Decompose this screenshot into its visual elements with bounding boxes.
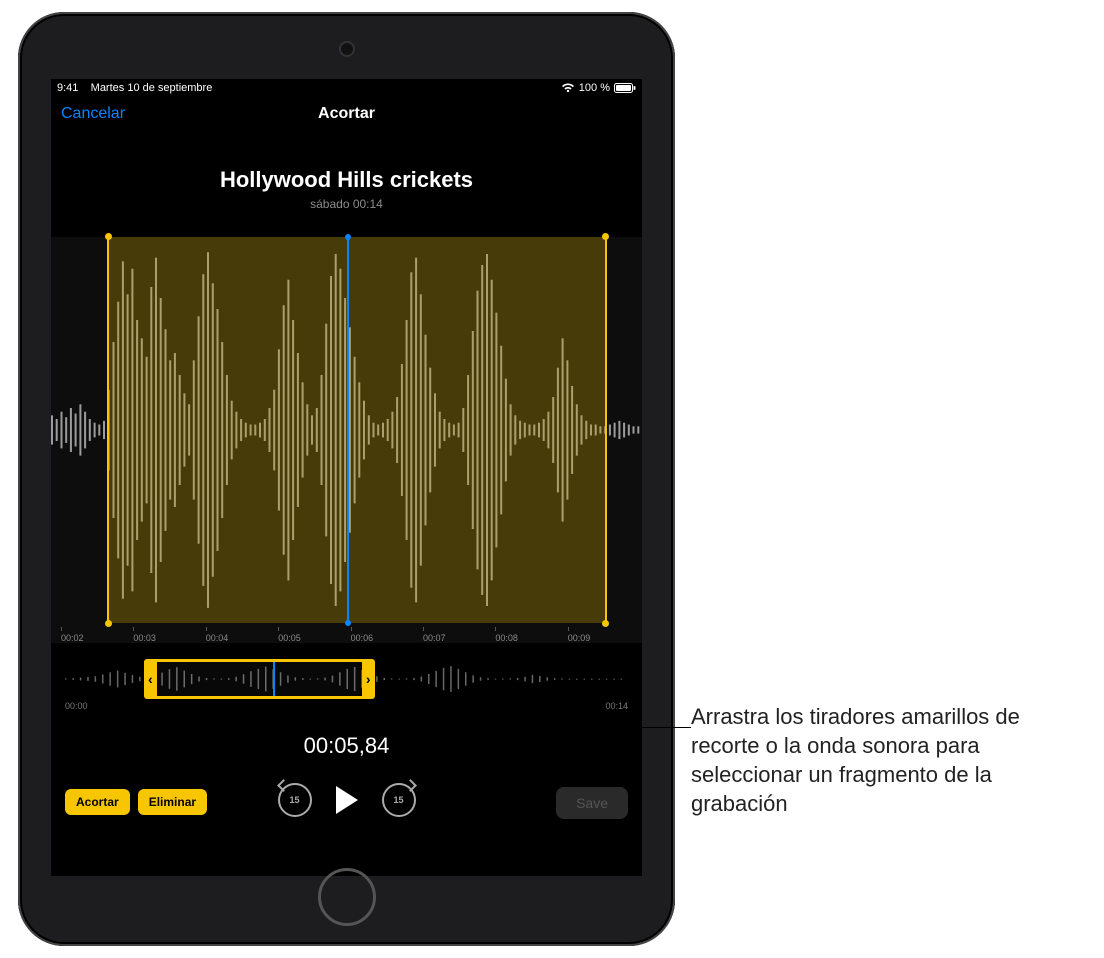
trim-handle-left-dot-icon (105, 233, 112, 240)
battery-text: 100 % (579, 82, 610, 94)
status-bar-right: 100 % (561, 82, 636, 94)
ruler-tick-label: 00:09 (568, 633, 628, 643)
nav-title: Acortar (51, 105, 642, 123)
callout-leader-line (322, 727, 691, 728)
chevron-left-icon: ‹ (148, 671, 153, 687)
wifi-icon (561, 83, 575, 93)
delete-button[interactable]: Eliminar (138, 789, 207, 815)
skip-back-15-button[interactable]: 15 (278, 783, 312, 817)
ruler-tick-label: 00:06 (351, 633, 411, 643)
battery-icon (614, 83, 636, 93)
trim-handle-left[interactable]: ‹ (144, 662, 157, 696)
skip-back-value: 15 (289, 795, 299, 805)
ruler-tick-label: 00:08 (495, 633, 555, 643)
trim-selection-overview[interactable]: ‹ › (144, 659, 375, 699)
recording-subtitle: sábado 00:14 (51, 197, 642, 211)
playhead-overview[interactable] (273, 662, 275, 696)
skip-fwd-value: 15 (393, 795, 403, 805)
waveform-overview[interactable]: ‹ › (65, 659, 628, 699)
status-bar-left: 9:41 Martes 10 de septiembre (57, 82, 212, 94)
trim-handle-right[interactable]: › (362, 662, 375, 696)
overview-end-label: 00:14 (605, 701, 628, 711)
trim-button[interactable]: Acortar (65, 789, 130, 815)
timecode-display: 00:05,84 (51, 733, 642, 759)
play-button[interactable] (336, 786, 358, 814)
skip-forward-15-button[interactable]: 15 (382, 783, 416, 817)
time-ruler: 00:02 00:03 00:04 00:05 00:06 00:07 00:08 00:09 (51, 623, 642, 643)
save-button: Save (556, 787, 628, 819)
controls-row: Acortar Eliminar 15 15 Save (51, 783, 642, 827)
waveform-large[interactable]: 00:02 00:03 00:04 00:05 00:06 00:07 00:08 00:09 (51, 237, 642, 643)
status-bar: 9:41 Martes 10 de septiembre 100 % (51, 79, 642, 99)
recording-title: Hollywood Hills crickets (51, 167, 642, 193)
ruler-tick-label: 00:05 (278, 633, 338, 643)
screen: 9:41 Martes 10 de septiembre 100 % Cance (51, 79, 642, 876)
trim-handle-right-dot-icon (602, 233, 609, 240)
ipad-frame: 9:41 Martes 10 de septiembre 100 % Cance (18, 12, 675, 946)
callout-text: Arrastra los tiradores amarillos de reco… (691, 702, 1089, 818)
ruler-tick-label: 00:03 (133, 633, 193, 643)
ruler-tick-label: 00:07 (423, 633, 483, 643)
status-date: Martes 10 de septiembre (91, 82, 213, 94)
nav-bar: Cancelar Acortar (51, 99, 642, 139)
trim-selection-large[interactable] (107, 237, 606, 623)
ruler-tick-label: 00:04 (206, 633, 266, 643)
status-time: 9:41 (57, 82, 78, 94)
ruler-tick-label: 00:02 (61, 633, 121, 643)
overview-time-labels: 00:00 00:14 (65, 701, 628, 711)
chevron-right-icon: › (366, 671, 371, 687)
home-button[interactable] (318, 868, 376, 926)
playhead-large[interactable] (347, 237, 349, 623)
front-camera (339, 41, 355, 57)
overview-start-label: 00:00 (65, 701, 88, 711)
